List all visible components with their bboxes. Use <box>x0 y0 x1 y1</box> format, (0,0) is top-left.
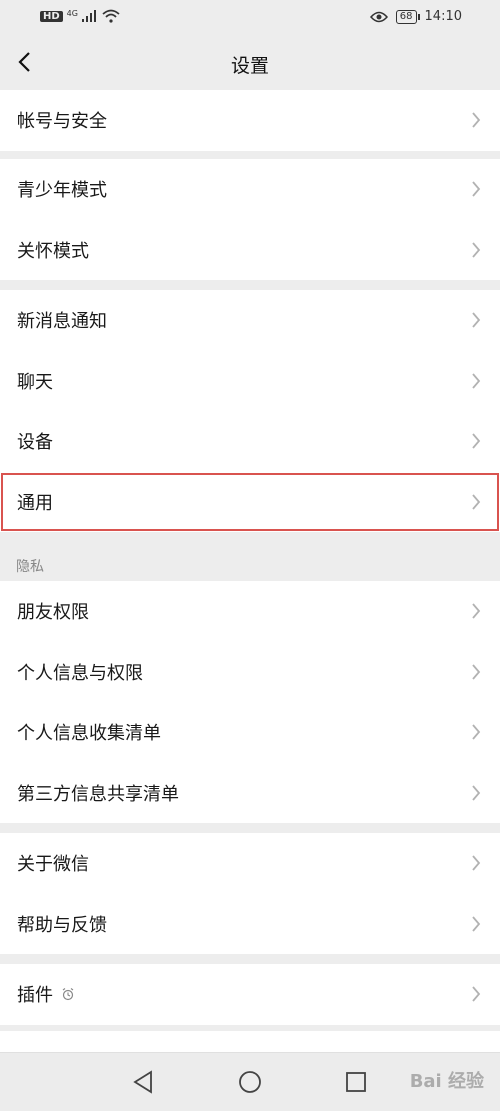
settings-item-label: 个人信息收集清单 <box>17 723 161 745</box>
settings-group-general: 新消息通知 聊天 设备 通用 <box>0 290 500 532</box>
settings-item-teen-mode[interactable]: 青少年模式 <box>0 159 500 220</box>
settings-item-label: 关怀模式 <box>17 240 89 262</box>
settings-item-label: 帮助与反馈 <box>17 914 107 936</box>
wifi-icon <box>102 9 120 23</box>
settings-item-label: 第三方信息共享清单 <box>17 783 179 805</box>
circle-home-icon <box>239 1071 261 1093</box>
settings-item-notifications[interactable]: 新消息通知 <box>0 290 500 351</box>
settings-item-chat[interactable]: 聊天 <box>0 351 500 412</box>
settings-group-modes: 青少年模式 关怀模式 <box>0 159 500 280</box>
settings-item-plugins[interactable]: 插件 <box>0 964 500 1025</box>
page-title: 设置 <box>230 55 269 77</box>
baidu-watermark: Bai 经验 <box>409 1071 484 1092</box>
settings-item-label: 通用 <box>17 492 53 514</box>
clock: 14:10 <box>424 9 462 24</box>
chevron-right-icon <box>472 112 481 128</box>
settings-group-about: 关于微信 帮助与反馈 <box>0 833 500 954</box>
system-back-button[interactable] <box>128 1067 158 1097</box>
plugin-alarm-icon <box>62 988 74 1001</box>
settings-item-label: 关于微信 <box>17 854 89 876</box>
signal-icon <box>81 10 96 22</box>
settings-item-label: 插件 <box>17 985 53 1007</box>
eye-icon <box>369 11 388 22</box>
system-recents-button[interactable] <box>341 1067 371 1097</box>
chevron-right-icon <box>472 916 481 932</box>
chevron-right-icon <box>472 494 481 510</box>
hd-badge: HD <box>40 10 63 22</box>
settings-item-general[interactable]: 通用 <box>0 472 500 533</box>
system-home-button[interactable] <box>235 1067 265 1097</box>
chevron-right-icon <box>472 724 481 740</box>
chevron-right-icon <box>472 373 481 389</box>
settings-item-care-mode[interactable]: 关怀模式 <box>0 220 500 281</box>
nav-bar: 设置 <box>0 36 500 90</box>
chevron-right-icon <box>472 986 481 1002</box>
settings-group-plugins: 插件 <box>0 964 500 1025</box>
settings-item-personal-info-permissions[interactable]: 个人信息与权限 <box>0 642 500 703</box>
square-recents-icon <box>346 1072 366 1092</box>
settings-group-privacy: 朋友权限 个人信息与权限 个人信息收集清单 第三方信息共享清单 <box>0 581 500 823</box>
settings-item-third-party-sharing[interactable]: 第三方信息共享清单 <box>0 763 500 824</box>
settings-item-label: 新消息通知 <box>17 311 107 333</box>
settings-item-label: 帐号与安全 <box>17 111 107 133</box>
settings-item-devices[interactable]: 设备 <box>0 411 500 472</box>
settings-item-label: 聊天 <box>17 371 53 393</box>
system-nav-bar: Bai 经验 <box>0 1052 500 1111</box>
settings-item-account-security[interactable]: 帐号与安全 <box>0 90 500 151</box>
network-type: 4G <box>66 8 78 18</box>
chevron-right-icon <box>472 312 481 328</box>
status-right: 68 14:10 <box>369 9 462 24</box>
chevron-right-icon <box>472 785 481 801</box>
chevron-right-icon <box>472 603 481 619</box>
chevron-right-icon <box>472 664 481 680</box>
settings-item-label: 个人信息与权限 <box>17 662 143 684</box>
settings-item-label: 设备 <box>17 432 53 454</box>
chevron-right-icon <box>472 181 481 197</box>
settings-item-label: 朋友权限 <box>17 602 89 624</box>
settings-item-label: 青少年模式 <box>17 180 107 202</box>
triangle-back-icon <box>133 1070 152 1094</box>
status-bar: HD 4G 68 14:10 <box>0 0 500 36</box>
settings-item-help-feedback[interactable]: 帮助与反馈 <box>0 894 500 955</box>
settings-group-account: 帐号与安全 <box>0 90 500 151</box>
chevron-right-icon <box>472 433 481 449</box>
settings-item-friend-permissions[interactable]: 朋友权限 <box>0 581 500 642</box>
chevron-right-icon <box>472 855 481 871</box>
battery-icon: 68 <box>395 9 420 24</box>
section-label-privacy: 隐私 <box>16 559 44 575</box>
settings-item-personal-info-collection[interactable]: 个人信息收集清单 <box>0 702 500 763</box>
chevron-right-icon <box>472 242 481 258</box>
settings-item-about-wechat[interactable]: 关于微信 <box>0 833 500 894</box>
status-left: HD 4G <box>40 9 120 23</box>
